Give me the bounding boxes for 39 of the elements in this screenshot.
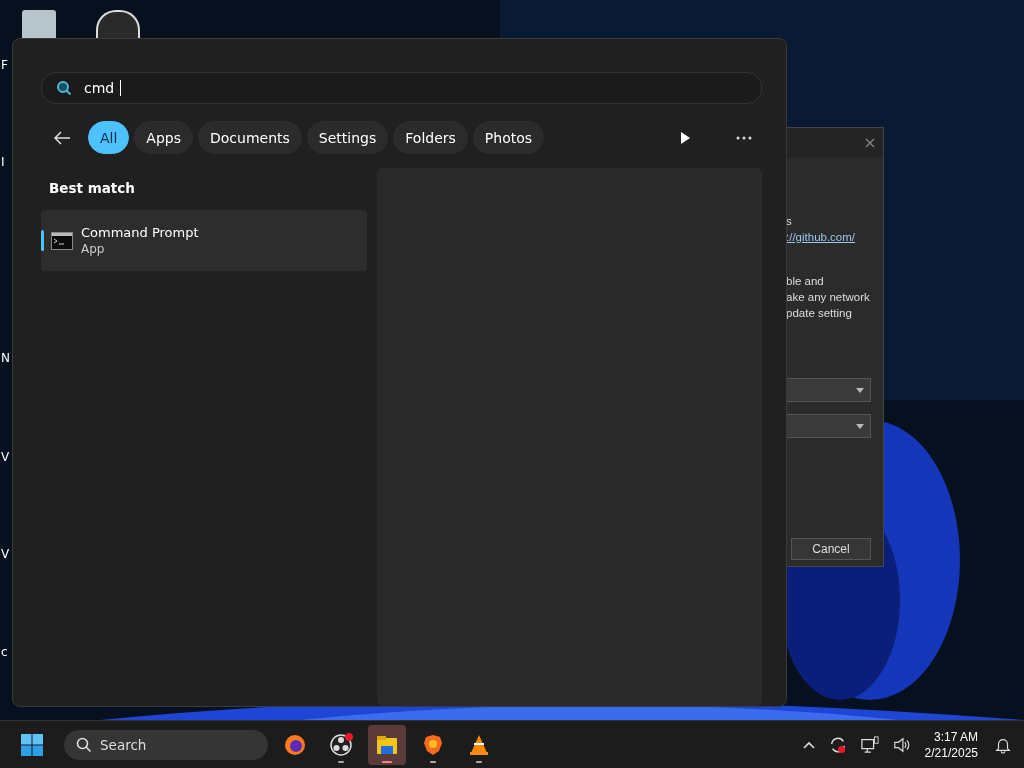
filter-tab[interactable]: Documents (198, 121, 302, 154)
close-icon[interactable] (865, 138, 875, 148)
desktop-icon-label: c (1, 645, 8, 659)
dialog-text: s (785, 214, 792, 229)
back-arrow-icon[interactable] (53, 130, 71, 145)
play-icon[interactable] (679, 130, 691, 145)
query-field[interactable]: cmd (41, 72, 762, 104)
recorder-icon (329, 732, 353, 757)
sync-icon[interactable] (828, 735, 847, 754)
recycle-bin-icon[interactable] (22, 10, 56, 40)
shield-icon (421, 732, 445, 757)
dialog-text: ake any network (785, 290, 870, 305)
browser-icon (283, 732, 307, 757)
filter-tab[interactable]: Settings (306, 121, 389, 154)
section-title: Best match (48, 179, 136, 198)
clock[interactable]: 3:17 AM 2/21/2025 (924, 728, 978, 761)
search-icon (56, 80, 72, 96)
terminal-icon (51, 231, 73, 250)
dialog-text: pdate setting (785, 306, 852, 321)
volume-icon[interactable] (892, 735, 911, 754)
chevron-up-icon[interactable] (802, 740, 815, 749)
network-icon[interactable] (860, 735, 879, 754)
desktop-icon-label: V (1, 450, 10, 464)
taskbar-search-field[interactable]: Search (64, 729, 268, 760)
taskbar-app[interactable] (368, 724, 406, 765)
desktop-icon-label: F (1, 58, 8, 72)
desktop-icon-label: I (1, 155, 5, 169)
filter-tab[interactable]: Folders (393, 121, 468, 154)
dialog-text: ble and (785, 274, 824, 289)
filter-tab[interactable]: Photos (472, 121, 545, 154)
desktop-icon-label: N (1, 351, 10, 365)
filter-tab[interactable]: All (88, 121, 130, 154)
filter-tab[interactable]: Apps (134, 121, 193, 154)
windows-logo-icon[interactable] (20, 732, 44, 757)
search-icon (76, 736, 92, 753)
cancel-button[interactable]: Cancel (791, 538, 871, 560)
desktop-icon-label: V (1, 547, 10, 561)
result-item[interactable]: Command Prompt App (41, 210, 367, 271)
more-icon[interactable] (736, 135, 752, 140)
